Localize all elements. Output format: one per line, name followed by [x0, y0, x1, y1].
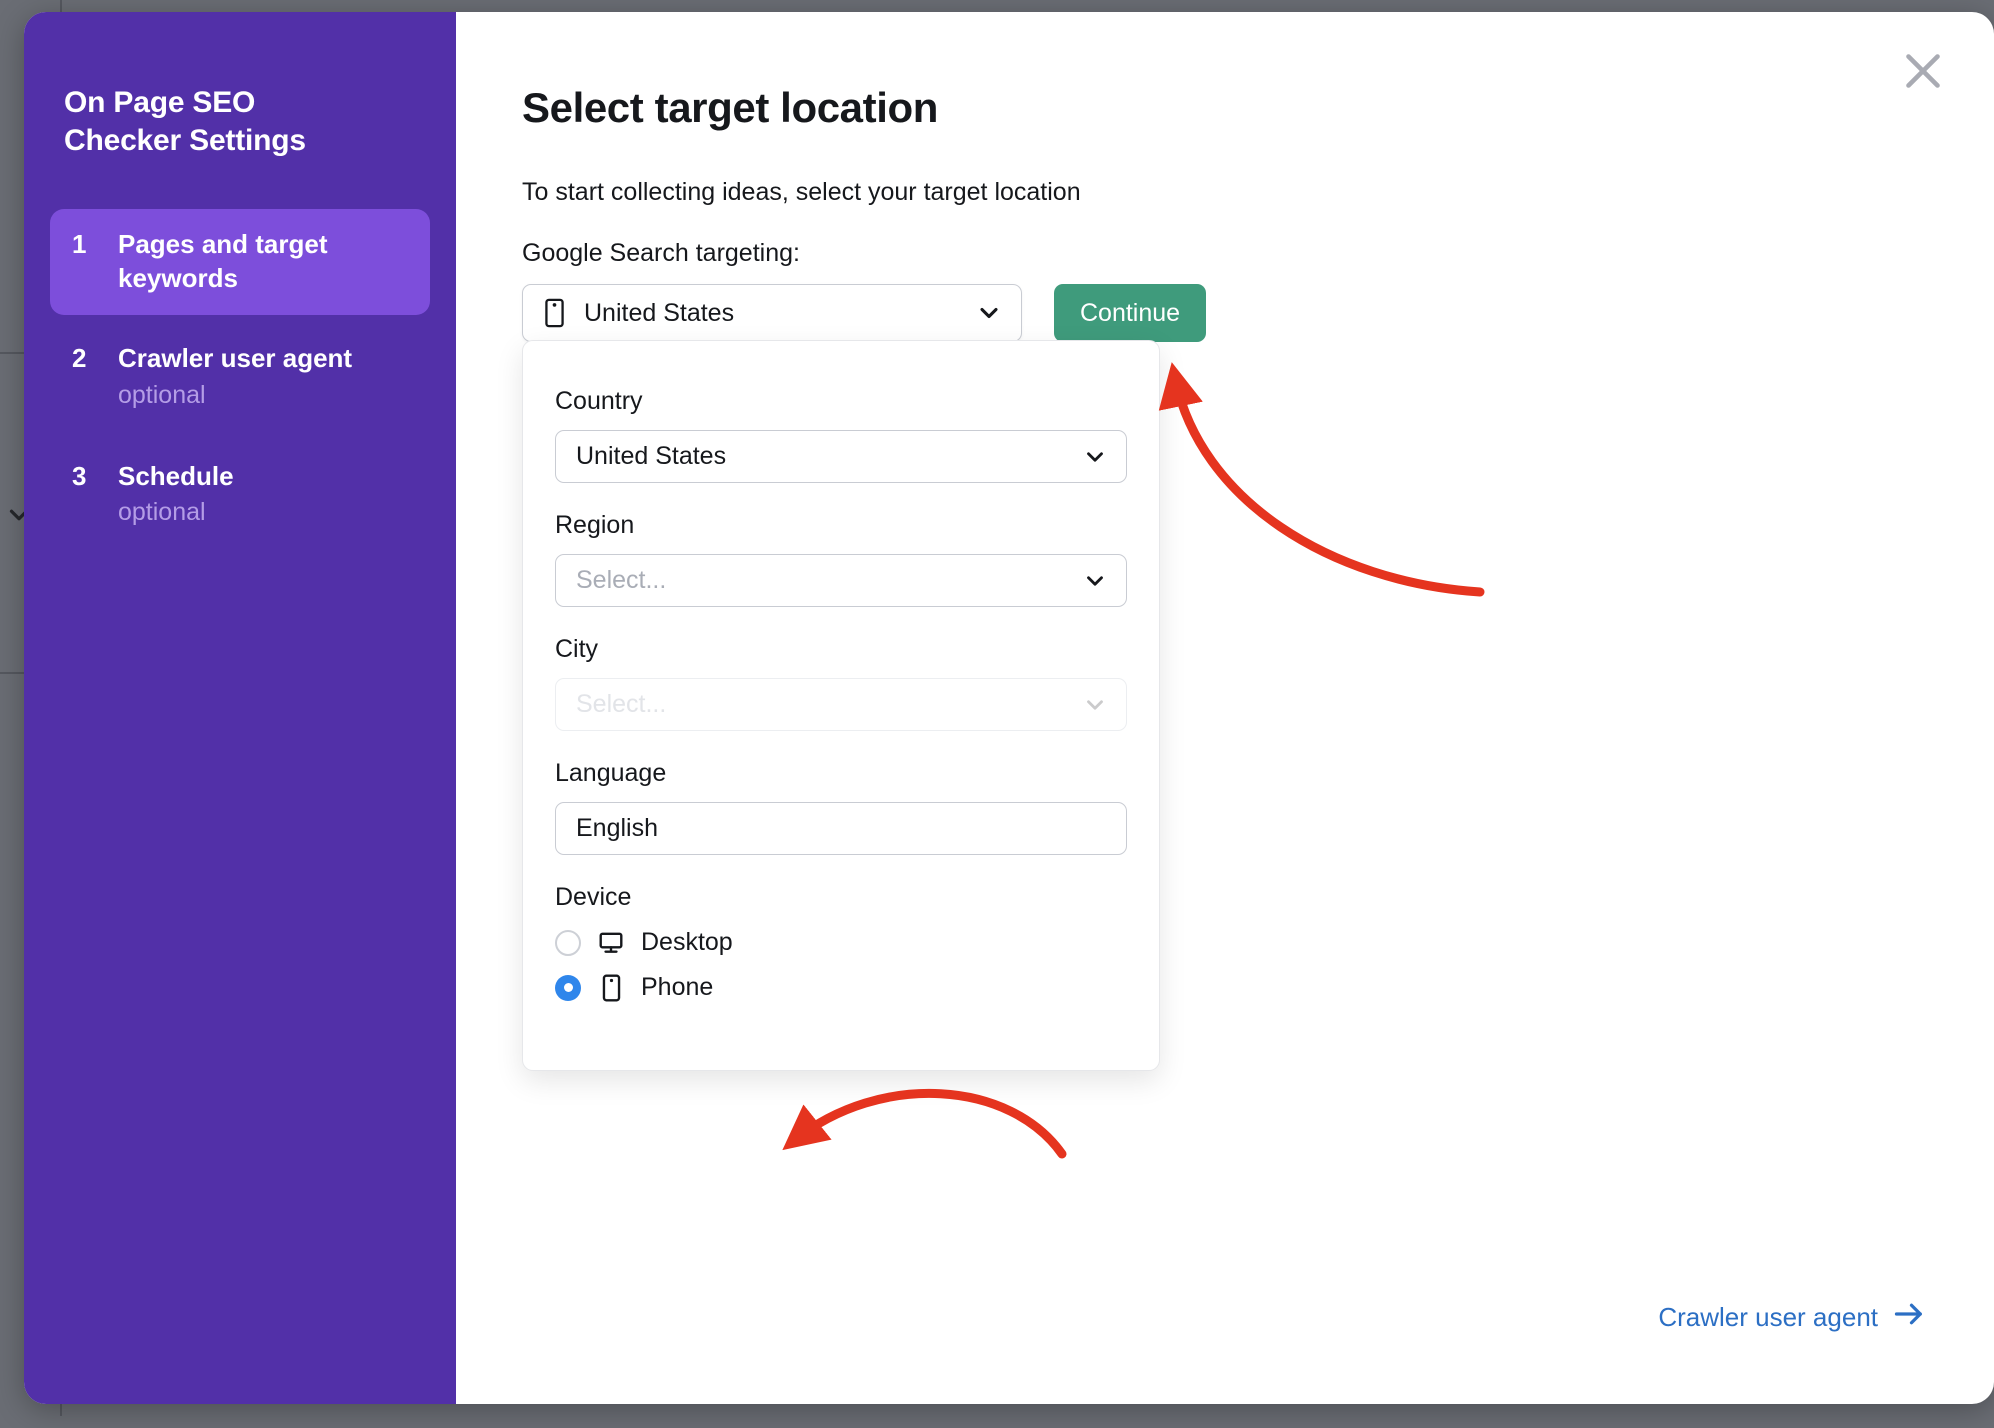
sidebar-item-crawler-user-agent[interactable]: 2 Crawler user agent optional	[50, 323, 430, 432]
modal-main: Select target location To start collecti…	[456, 12, 1994, 1404]
device-option-label: Phone	[641, 973, 714, 1001]
step-optional-label: optional	[118, 380, 206, 409]
region-label: Region	[555, 511, 635, 539]
step-number: 2	[72, 343, 87, 374]
device-option-desktop[interactable]: Desktop	[555, 928, 1127, 957]
region-value: Select...	[576, 566, 667, 594]
language-label: Language	[555, 759, 667, 787]
phone-icon	[597, 974, 625, 1002]
region-select[interactable]: Select...	[555, 554, 1127, 607]
modal-sidebar: On Page SEO Checker Settings 1 Pages and…	[24, 12, 456, 1404]
target-location-select[interactable]: United States	[522, 284, 1022, 342]
sidebar-item-schedule[interactable]: 3 Schedule optional	[50, 441, 430, 550]
sidebar-item-pages-and-target-keywords[interactable]: 1 Pages and target keywords	[50, 208, 430, 316]
chevron-down-icon	[1082, 692, 1108, 718]
city-select[interactable]: Select...	[555, 678, 1127, 731]
step-number: 1	[72, 228, 87, 259]
step-label: Crawler user agent	[118, 343, 353, 374]
language-value[interactable]: English	[555, 802, 1127, 855]
crawler-user-agent-link[interactable]: Crawler user agent	[1658, 1301, 1924, 1334]
region-group: Region Select...	[555, 511, 1127, 607]
chevron-down-icon	[1082, 568, 1108, 594]
country-select[interactable]: United States	[555, 430, 1127, 483]
step-label: Pages and target keywords	[118, 228, 328, 294]
device-option-phone[interactable]: Phone	[555, 973, 1127, 1002]
device-label: Device	[555, 883, 632, 911]
device-option-label: Desktop	[641, 928, 733, 956]
chevron-down-icon	[975, 299, 1003, 327]
step-label: Schedule	[118, 460, 234, 491]
step-optional-label: optional	[118, 498, 206, 527]
country-group: Country United States	[555, 387, 1127, 483]
sidebar-title: On Page SEO Checker Settings	[64, 86, 306, 158]
location-dropdown-panel: Country United States Region Select... C…	[522, 340, 1160, 1071]
city-value: Select...	[576, 690, 667, 718]
radio-phone[interactable]	[555, 974, 581, 1001]
crawler-user-agent-link-label: Crawler user agent	[1658, 1302, 1878, 1332]
settings-modal: On Page SEO Checker Settings 1 Pages and…	[24, 12, 1994, 1404]
step-list: 1 Pages and target keywords 2 Crawler us…	[50, 208, 430, 558]
desktop-icon	[597, 930, 625, 956]
device-group: Device Desktop Phone	[555, 883, 1127, 1002]
country-label: Country	[555, 387, 643, 415]
city-label: City	[555, 635, 599, 663]
arrow-right-icon	[1894, 1301, 1924, 1334]
country-value: United States	[576, 442, 727, 470]
language-group: Language English	[555, 759, 1127, 855]
target-location-value: United States	[584, 298, 735, 327]
close-icon[interactable]	[1894, 42, 1952, 100]
continue-button[interactable]: Continue	[1054, 284, 1207, 342]
page-subtitle: To start collecting ideas, select your t…	[522, 178, 1081, 206]
page-title: Select target location	[522, 84, 938, 131]
targeting-row: United States Continue	[522, 284, 1924, 342]
radio-desktop[interactable]	[555, 929, 581, 956]
phone-icon	[543, 298, 566, 328]
google-search-targeting-label: Google Search targeting:	[522, 239, 800, 267]
step-number: 3	[72, 460, 87, 491]
chevron-down-icon	[1082, 444, 1108, 470]
city-group: City Select...	[555, 635, 1127, 731]
